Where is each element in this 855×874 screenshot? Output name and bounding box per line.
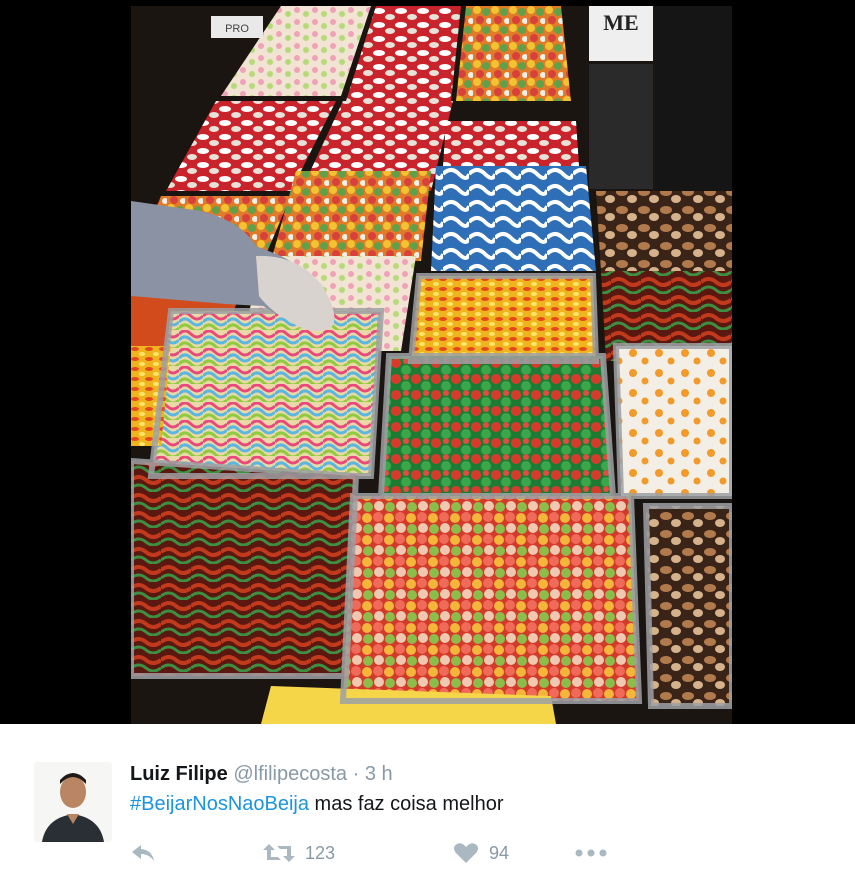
header-separator: · — [352, 763, 360, 785]
like-count: 94 — [489, 842, 510, 863]
reply-button[interactable] — [130, 843, 170, 863]
avatar-image — [34, 762, 112, 842]
tweet-actions: 123 94 — [130, 840, 609, 866]
more-dots-icon — [575, 849, 607, 857]
author-handle[interactable]: @lfilipecosta — [233, 763, 347, 785]
retweet-button[interactable]: 123 — [263, 842, 453, 864]
tweet-text: #BeijarNosNaoBeija mas faz coisa melhor — [130, 791, 504, 817]
retweet-icon — [263, 844, 295, 862]
more-button[interactable] — [573, 847, 609, 859]
tweet-timestamp[interactable]: 3 h — [365, 763, 393, 785]
reply-icon — [132, 845, 154, 861]
tweet-header: Luiz Filipe @lfilipecosta · 3 h — [130, 762, 393, 786]
author-name[interactable]: Luiz Filipe — [130, 763, 228, 785]
shop-sign-me: ME — [603, 10, 638, 35]
heart-icon — [454, 843, 478, 863]
hashtag-link[interactable]: #BeijarNosNaoBeija — [130, 793, 309, 815]
like-button[interactable]: 94 — [453, 842, 573, 864]
tweet-media[interactable]: PRO ME — [0, 0, 855, 724]
tweet-body-text: mas faz coisa melhor — [308, 793, 504, 815]
retweet-count: 123 — [305, 842, 336, 863]
candy-photo[interactable]: PRO ME — [131, 6, 732, 724]
avatar[interactable] — [34, 762, 112, 842]
candy-bins-illustration: PRO ME — [131, 6, 732, 724]
shop-sign-small: PRO — [225, 23, 249, 35]
